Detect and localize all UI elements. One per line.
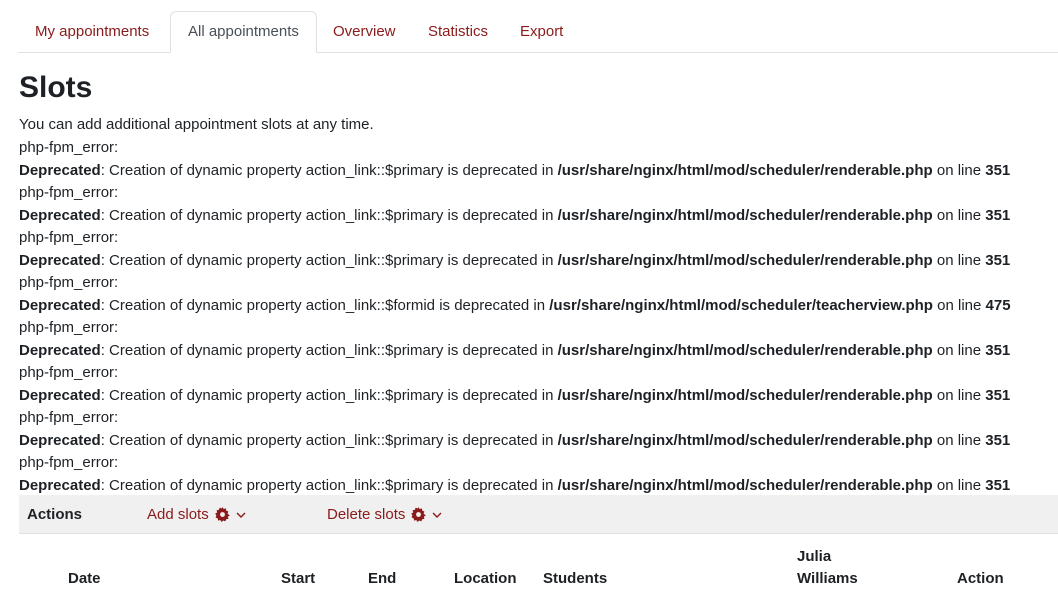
message-file: /usr/share/nginx/html/mod/scheduler/rend… bbox=[557, 476, 933, 494]
message-file: /usr/share/nginx/html/mod/scheduler/rend… bbox=[557, 386, 933, 404]
message-text: : Creation of dynamic property action_li… bbox=[100, 386, 558, 404]
message-text: : Creation of dynamic property action_li… bbox=[100, 341, 558, 359]
message-line-number: 351 bbox=[985, 251, 1011, 269]
message-level: Deprecated bbox=[19, 476, 101, 494]
message-line-number: 475 bbox=[985, 296, 1011, 314]
deprecation-message: Deprecated: Creation of dynamic property… bbox=[19, 160, 1058, 183]
message-level: Deprecated bbox=[19, 206, 101, 224]
message-line-number: 351 bbox=[985, 386, 1011, 404]
message-file: /usr/share/nginx/html/mod/scheduler/rend… bbox=[557, 341, 933, 359]
column-header-date[interactable]: Date bbox=[68, 568, 101, 590]
tab-my-appointments[interactable]: My appointments bbox=[18, 11, 166, 53]
message-line-number: 351 bbox=[985, 431, 1011, 449]
gear-icon bbox=[214, 507, 230, 522]
error-prefix: php-fpm_error: bbox=[19, 139, 119, 156]
message-level: Deprecated bbox=[19, 341, 101, 359]
message-text: : Creation of dynamic property action_li… bbox=[100, 251, 558, 269]
error-messages: php-fpm_error: Deprecated: Creation of dy… bbox=[19, 137, 1058, 497]
message-text: : Creation of dynamic property action_li… bbox=[100, 161, 558, 179]
message-on-line: on line bbox=[932, 386, 986, 404]
column-header-teacher-last[interactable]: Williams bbox=[797, 568, 858, 590]
message-level: Deprecated bbox=[19, 251, 101, 269]
slots-table-header: Date Start End Location Students Julia W… bbox=[19, 540, 1058, 596]
message-text: : Creation of dynamic property action_li… bbox=[100, 431, 558, 449]
tab-statistics[interactable]: Statistics bbox=[411, 11, 505, 53]
actions-label: Actions bbox=[27, 506, 83, 523]
column-header-action: Action bbox=[957, 570, 1004, 587]
tab-bar: My appointments All appointments Overvie… bbox=[18, 11, 1058, 53]
message-file: /usr/share/nginx/html/mod/scheduler/rend… bbox=[557, 161, 933, 179]
add-slots-menu[interactable]: Add slots bbox=[147, 495, 246, 534]
chevron-down-icon bbox=[432, 511, 442, 519]
deprecation-message: Deprecated: Creation of dynamic property… bbox=[19, 205, 1058, 228]
deprecation-message: Deprecated: Creation of dynamic property… bbox=[19, 430, 1058, 453]
error-prefix: php-fpm_error: bbox=[19, 364, 119, 381]
message-file: /usr/share/nginx/html/mod/scheduler/teac… bbox=[549, 296, 933, 314]
actions-bar: Actions Add slots Delete slots bbox=[19, 495, 1058, 534]
error-prefix: php-fpm_error: bbox=[19, 229, 119, 246]
deprecation-message: Deprecated: Creation of dynamic property… bbox=[19, 295, 1058, 318]
column-header-start[interactable]: Start bbox=[281, 568, 315, 590]
message-on-line: on line bbox=[932, 341, 986, 359]
column-header-teacher-first[interactable]: Julia bbox=[797, 546, 831, 568]
message-text: : Creation of dynamic property action_li… bbox=[100, 206, 558, 224]
error-prefix: php-fpm_error: bbox=[19, 184, 119, 201]
message-file: /usr/share/nginx/html/mod/scheduler/rend… bbox=[557, 206, 933, 224]
message-on-line: on line bbox=[932, 431, 986, 449]
message-on-line: on line bbox=[932, 296, 986, 314]
page-title: Slots bbox=[19, 71, 93, 104]
tab-export[interactable]: Export bbox=[503, 11, 580, 53]
intro-text: You can add additional appointment slots… bbox=[19, 116, 374, 133]
add-slots-label: Add slots bbox=[147, 506, 209, 523]
gear-icon bbox=[411, 507, 427, 522]
message-line-number: 351 bbox=[985, 341, 1011, 359]
message-line-number: 351 bbox=[985, 206, 1011, 224]
tab-overview[interactable]: Overview bbox=[316, 11, 413, 53]
message-file: /usr/share/nginx/html/mod/scheduler/rend… bbox=[557, 431, 933, 449]
message-line-number: 351 bbox=[985, 161, 1011, 179]
message-on-line: on line bbox=[932, 476, 986, 494]
deprecation-message: Deprecated: Creation of dynamic property… bbox=[19, 250, 1058, 273]
column-header-end[interactable]: End bbox=[368, 568, 396, 590]
message-file: /usr/share/nginx/html/mod/scheduler/rend… bbox=[557, 251, 933, 269]
message-on-line: on line bbox=[932, 161, 986, 179]
chevron-down-icon bbox=[236, 511, 246, 519]
deprecation-message: Deprecated: Creation of dynamic property… bbox=[19, 340, 1058, 363]
message-text: : Creation of dynamic property action_li… bbox=[100, 476, 558, 494]
deprecation-message: Deprecated: Creation of dynamic property… bbox=[19, 475, 1058, 498]
tab-all-appointments[interactable]: All appointments bbox=[170, 11, 317, 53]
delete-slots-menu[interactable]: Delete slots bbox=[327, 495, 442, 534]
message-level: Deprecated bbox=[19, 296, 101, 314]
delete-slots-label: Delete slots bbox=[327, 506, 406, 523]
error-prefix: php-fpm_error: bbox=[19, 409, 119, 426]
error-prefix: php-fpm_error: bbox=[19, 454, 119, 471]
message-level: Deprecated bbox=[19, 161, 101, 179]
deprecation-message: Deprecated: Creation of dynamic property… bbox=[19, 385, 1058, 408]
column-header-students[interactable]: Students bbox=[543, 568, 607, 590]
column-header-location[interactable]: Location bbox=[454, 568, 517, 590]
error-prefix: php-fpm_error: bbox=[19, 274, 119, 291]
message-on-line: on line bbox=[932, 251, 986, 269]
message-text: : Creation of dynamic property action_li… bbox=[100, 296, 550, 314]
message-level: Deprecated bbox=[19, 431, 101, 449]
message-line-number: 351 bbox=[985, 476, 1011, 494]
message-on-line: on line bbox=[932, 206, 986, 224]
error-prefix: php-fpm_error: bbox=[19, 319, 119, 336]
message-level: Deprecated bbox=[19, 386, 101, 404]
